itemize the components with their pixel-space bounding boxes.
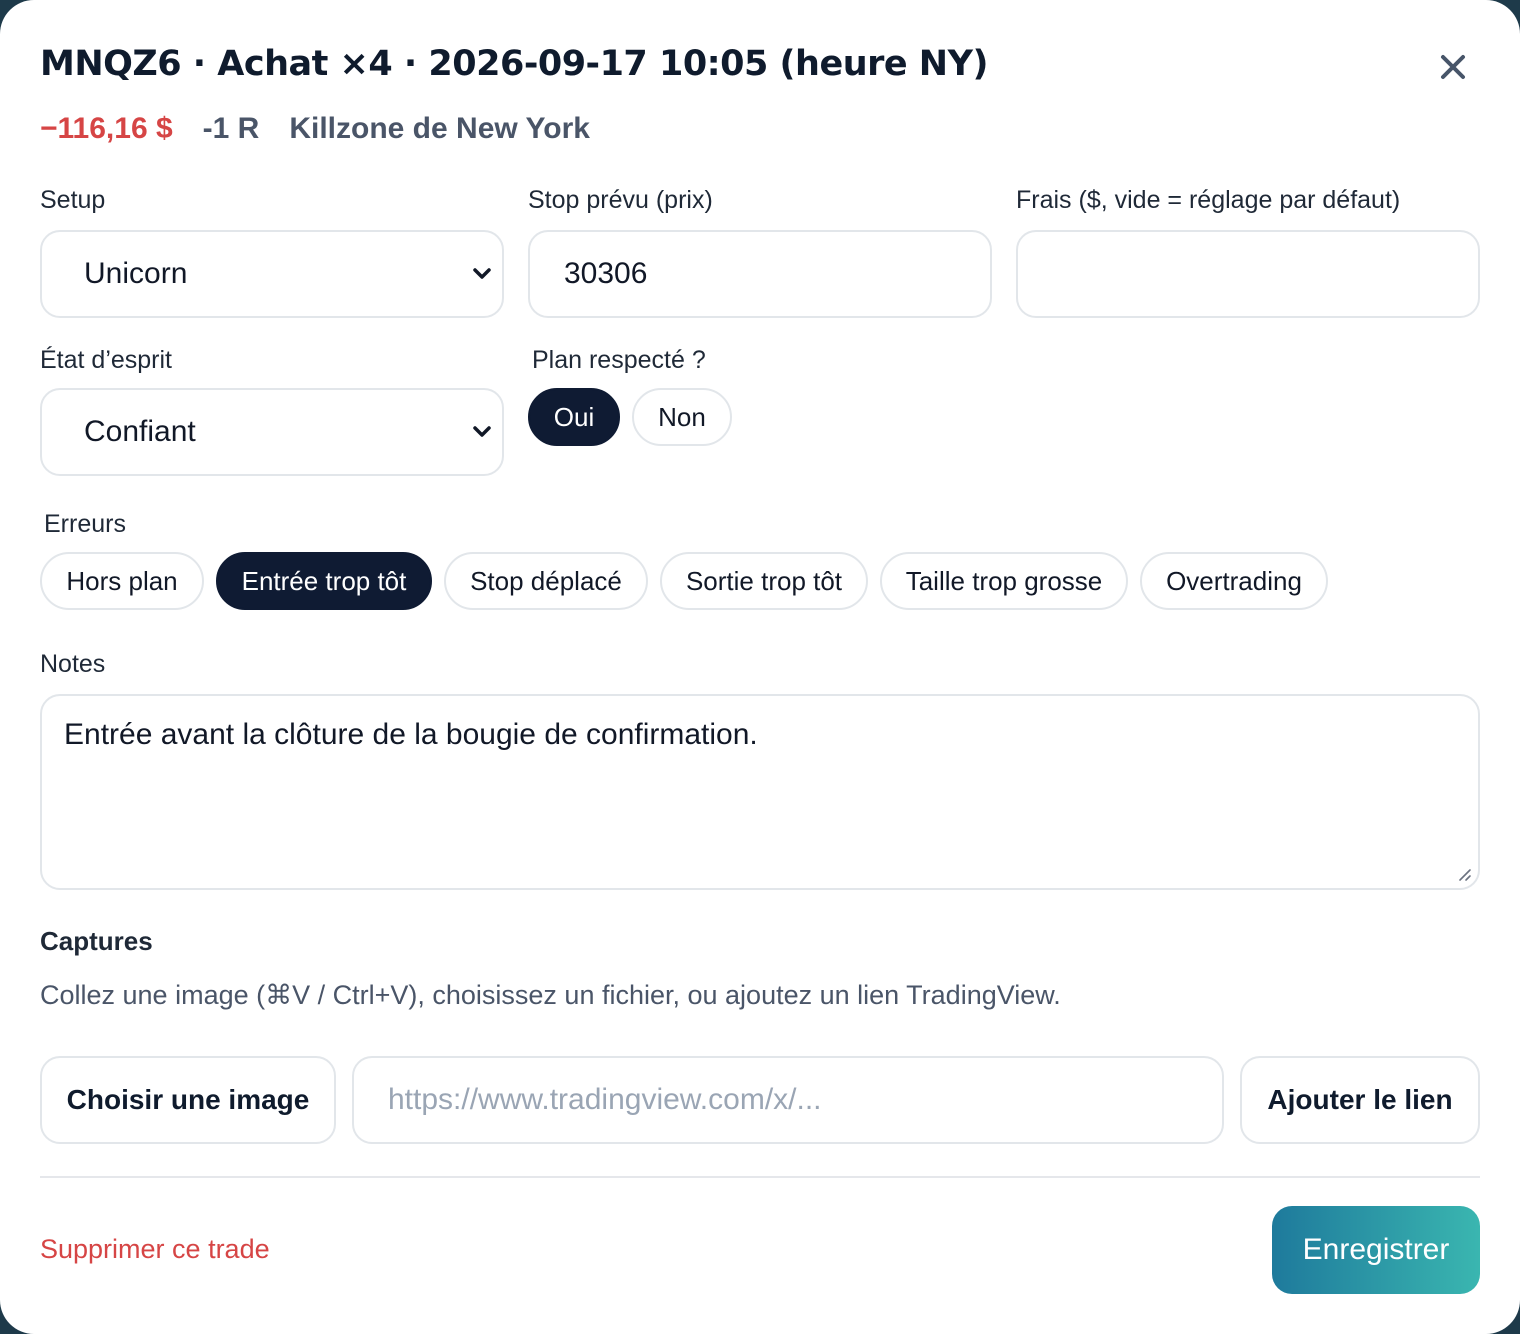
error-tag-taille-trop-grosse[interactable]: Taille trop grosse (880, 552, 1128, 610)
stop-price-input[interactable]: 30306 (528, 230, 992, 318)
plan-no-toggle[interactable]: Non (632, 388, 732, 446)
setup-selected-value: Unicorn (84, 257, 188, 290)
resize-handle-icon[interactable] (1456, 866, 1472, 882)
mindset-selected-value: Confiant (84, 415, 196, 448)
error-tag-hors-plan[interactable]: Hors plan (40, 552, 204, 610)
notes-label: Notes (40, 650, 106, 678)
setup-label: Setup (40, 186, 106, 214)
tradingview-url-input[interactable] (352, 1056, 1224, 1144)
error-tag-stop-deplace[interactable]: Stop déplacé (444, 552, 648, 610)
stop-price-value: 30306 (564, 257, 648, 290)
delete-trade-link[interactable]: Supprimer ce trade (40, 1234, 270, 1265)
fees-label: Frais ($, vide = réglage par défaut) (1016, 186, 1401, 214)
close-button[interactable] (1432, 46, 1474, 88)
r-multiple-value: -1 R (202, 112, 260, 145)
trade-summary: −116,16 $ -1 R Killzone de New York (40, 112, 590, 146)
setup-select[interactable]: Unicorn (40, 230, 504, 318)
session-label: Killzone de New York (289, 112, 590, 145)
modal-title: MNQZ6 · Achat ×4 · 2026-09-17 10:05 (heu… (40, 44, 988, 84)
notes-textarea[interactable]: Entrée avant la clôture de la bougie de … (40, 694, 1480, 890)
edit-trade-modal: MNQZ6 · Achat ×4 · 2026-09-17 10:05 (heu… (0, 0, 1520, 1334)
pnl-value: −116,16 $ (40, 112, 173, 145)
add-link-button[interactable]: Ajouter le lien (1240, 1056, 1480, 1144)
captures-title: Captures (40, 926, 153, 956)
chevron-down-icon (473, 268, 491, 279)
stop-label: Stop prévu (prix) (528, 186, 713, 214)
captures-help-text: Collez une image (⌘V / Ctrl+V), choisiss… (40, 980, 1061, 1010)
error-tag-entree-trop-tot[interactable]: Entrée trop tôt (216, 552, 432, 610)
error-tag-sortie-trop-tot[interactable]: Sortie trop tôt (660, 552, 868, 610)
plan-yes-toggle[interactable]: Oui (528, 388, 620, 446)
mindset-select[interactable]: Confiant (40, 388, 504, 476)
mindset-label: État d’esprit (40, 346, 173, 374)
fees-input[interactable] (1016, 230, 1480, 318)
chevron-down-icon (473, 426, 491, 437)
errors-label: Erreurs (44, 510, 126, 538)
choose-image-button[interactable]: Choisir une image (40, 1056, 336, 1144)
footer-divider (40, 1176, 1480, 1178)
error-tag-overtrading[interactable]: Overtrading (1140, 552, 1328, 610)
notes-text: Entrée avant la clôture de la bougie de … (64, 718, 758, 751)
save-button[interactable]: Enregistrer (1272, 1206, 1480, 1294)
close-icon (1441, 55, 1465, 79)
plan-respected-label: Plan respecté ? (532, 346, 706, 374)
